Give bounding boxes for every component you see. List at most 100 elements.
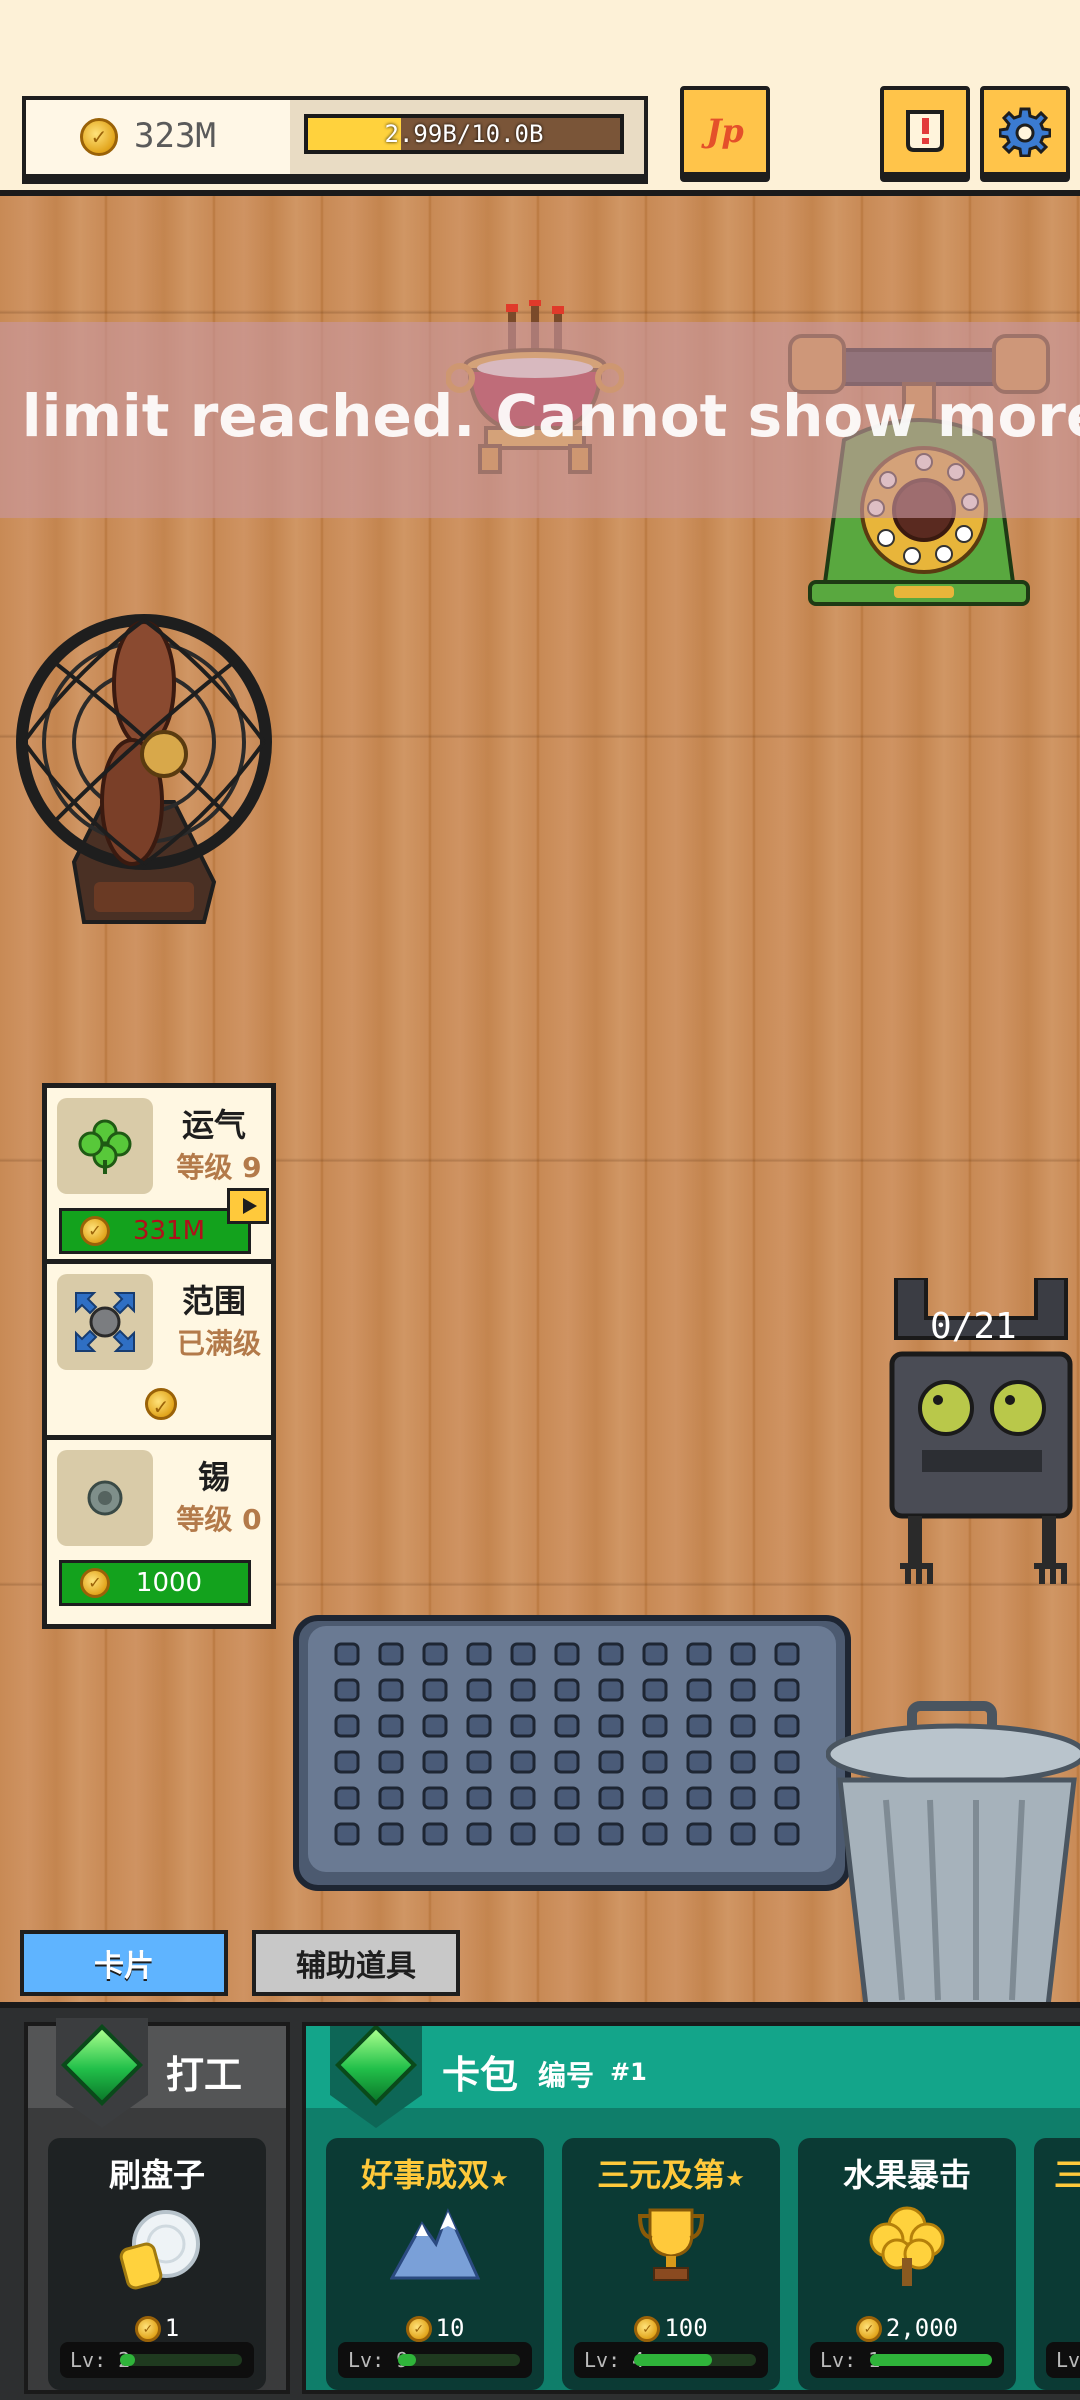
mat-stud <box>466 1678 492 1702</box>
mat-stud <box>510 1678 536 1702</box>
upgrade-name: 锡 <box>197 1458 230 1496</box>
mat-stud <box>642 1642 668 1666</box>
mat-stud <box>774 1822 800 1846</box>
upgrade-panel: 运气 等级 9 331M 范围 已满级 <box>42 1083 276 1629</box>
pack-card-partial[interactable]: 三 Lv <box>1034 2138 1080 2390</box>
pack-title: 卡包 <box>442 2053 519 2097</box>
tab-tools[interactable]: 辅助道具 <box>252 1930 460 1996</box>
settings-button[interactable] <box>980 86 1070 176</box>
mat-stud <box>730 1750 756 1774</box>
coin-icon <box>80 1216 110 1246</box>
video-ad-icon[interactable] <box>227 1188 269 1224</box>
mat-stud <box>730 1642 756 1666</box>
mat-stud <box>510 1822 536 1846</box>
mat-stud <box>334 1786 360 1810</box>
mat-stud <box>598 1750 624 1774</box>
clover-icon <box>57 1098 153 1194</box>
jp-button[interactable]: Jp <box>680 86 770 176</box>
mat-stud <box>642 1750 668 1774</box>
mat-stud <box>686 1822 712 1846</box>
mat-stud <box>378 1714 404 1738</box>
mat-stud <box>686 1642 712 1666</box>
upgrade-tin[interactable]: 锡 等级 0 1000 <box>47 1440 271 1616</box>
upgrade-range[interactable]: 范围 已满级 <box>47 1264 271 1440</box>
mat-stud <box>730 1678 756 1702</box>
electric-fan-item[interactable] <box>14 612 284 956</box>
card-price: 2,000 <box>798 2314 1016 2342</box>
mat-stud <box>774 1750 800 1774</box>
mat-stud <box>554 1714 580 1738</box>
mat-stud <box>510 1750 536 1774</box>
mat-stud <box>598 1714 624 1738</box>
mat-stud <box>554 1822 580 1846</box>
mat-stud <box>598 1678 624 1702</box>
card-title: 三 <box>1034 2150 1080 2196</box>
pack-card[interactable]: 好事成双★ 10 Lv: 9 <box>326 2138 544 2390</box>
mat-stud <box>642 1714 668 1738</box>
grid-mat-icon <box>293 1615 851 1891</box>
tab-cards[interactable]: 卡片 <box>20 1930 228 1996</box>
mat-stud <box>510 1642 536 1666</box>
mat-stud <box>422 1714 448 1738</box>
coin-icon <box>80 118 118 156</box>
mat-stud <box>642 1786 668 1810</box>
mat-stud <box>642 1822 668 1846</box>
card-title: 水果暴击 <box>842 2156 971 2194</box>
pack-subtitle: 编号 <box>538 2059 595 2092</box>
fan-icon <box>16 614 272 924</box>
mat-stud <box>334 1750 360 1774</box>
card-level-bar: Lv: 9 <box>338 2342 532 2378</box>
mat-stud <box>510 1786 536 1810</box>
ad-limit-banner: d limit reached. Cannot show more ads <box>0 322 1080 518</box>
robot-counter-text: 0/21 <box>930 1306 1017 1347</box>
mat-stud <box>598 1822 624 1846</box>
card-tray: 打工 刷盘子 1 Lv: 2 卡包 编号 # <box>0 2002 1080 2400</box>
gem-badge <box>56 2018 148 2128</box>
coin-panel: 323M 2.99B/10.0B <box>22 96 648 178</box>
mat-stud <box>642 1678 668 1702</box>
upgrade-level: 等级 0 <box>176 1503 262 1536</box>
gem-badge <box>330 2026 422 2128</box>
mat-stud <box>686 1750 712 1774</box>
card-pack-panel: 卡包 编号 #1 好事成双★ 10 Lv: 9 三元及第★ <box>302 2022 1080 2394</box>
pack-card[interactable]: 三元及第★ 100 Lv: 4 <box>562 2138 780 2390</box>
work-card[interactable]: 刷盘子 1 Lv: 2 <box>48 2138 266 2390</box>
mat-stud <box>554 1750 580 1774</box>
gear-icon <box>999 107 1051 157</box>
mat-stud <box>466 1642 492 1666</box>
mat-stud <box>466 1822 492 1846</box>
mat-stud <box>510 1714 536 1738</box>
trash-can-icon <box>825 1701 1080 2009</box>
pack-number: #1 <box>610 2058 647 2086</box>
mat-stud <box>554 1678 580 1702</box>
scroll-alert-icon <box>906 110 944 152</box>
mat-stud <box>334 1642 360 1666</box>
mat-stud <box>730 1786 756 1810</box>
goal-progress-text: 2.99B/10.0B <box>384 120 544 148</box>
waffle-mat-item[interactable] <box>292 1614 854 1898</box>
mountain-icon <box>326 2204 544 2308</box>
trash-can[interactable] <box>825 1700 1080 2010</box>
upgrade-name: 范围 <box>181 1282 246 1320</box>
mat-stud <box>334 1678 360 1702</box>
mat-stud <box>422 1642 448 1666</box>
mat-stud <box>422 1786 448 1810</box>
work-title: 打工 <box>166 2053 243 2097</box>
quest-button[interactable] <box>880 86 970 176</box>
mat-stud <box>378 1822 404 1846</box>
upgrade-level: 已满级 <box>176 1327 261 1360</box>
golden-tree-icon <box>798 2204 1016 2314</box>
mat-stud <box>686 1786 712 1810</box>
pack-card[interactable]: 水果暴击 2,000 Lv: 1 <box>798 2138 1016 2390</box>
card-title: 好事成双★ <box>361 2156 509 2194</box>
ad-limit-text: d limit reached. Cannot show more ads <box>0 382 1080 450</box>
top-bar: 323M 2.99B/10.0B Jp <box>0 0 1080 196</box>
upgrade-luck[interactable]: 运气 等级 9 331M <box>47 1088 271 1264</box>
card-title: 刷盘子 <box>108 2156 205 2194</box>
upgrade-cost-button[interactable]: 331M <box>59 1208 251 1254</box>
green-gem-icon <box>334 2026 418 2107</box>
mat-stud <box>686 1714 712 1738</box>
upgrade-cost-button[interactable]: 1000 <box>59 1560 251 1606</box>
upgrade-level: 等级 9 <box>176 1151 262 1184</box>
mat-stud <box>466 1786 492 1810</box>
